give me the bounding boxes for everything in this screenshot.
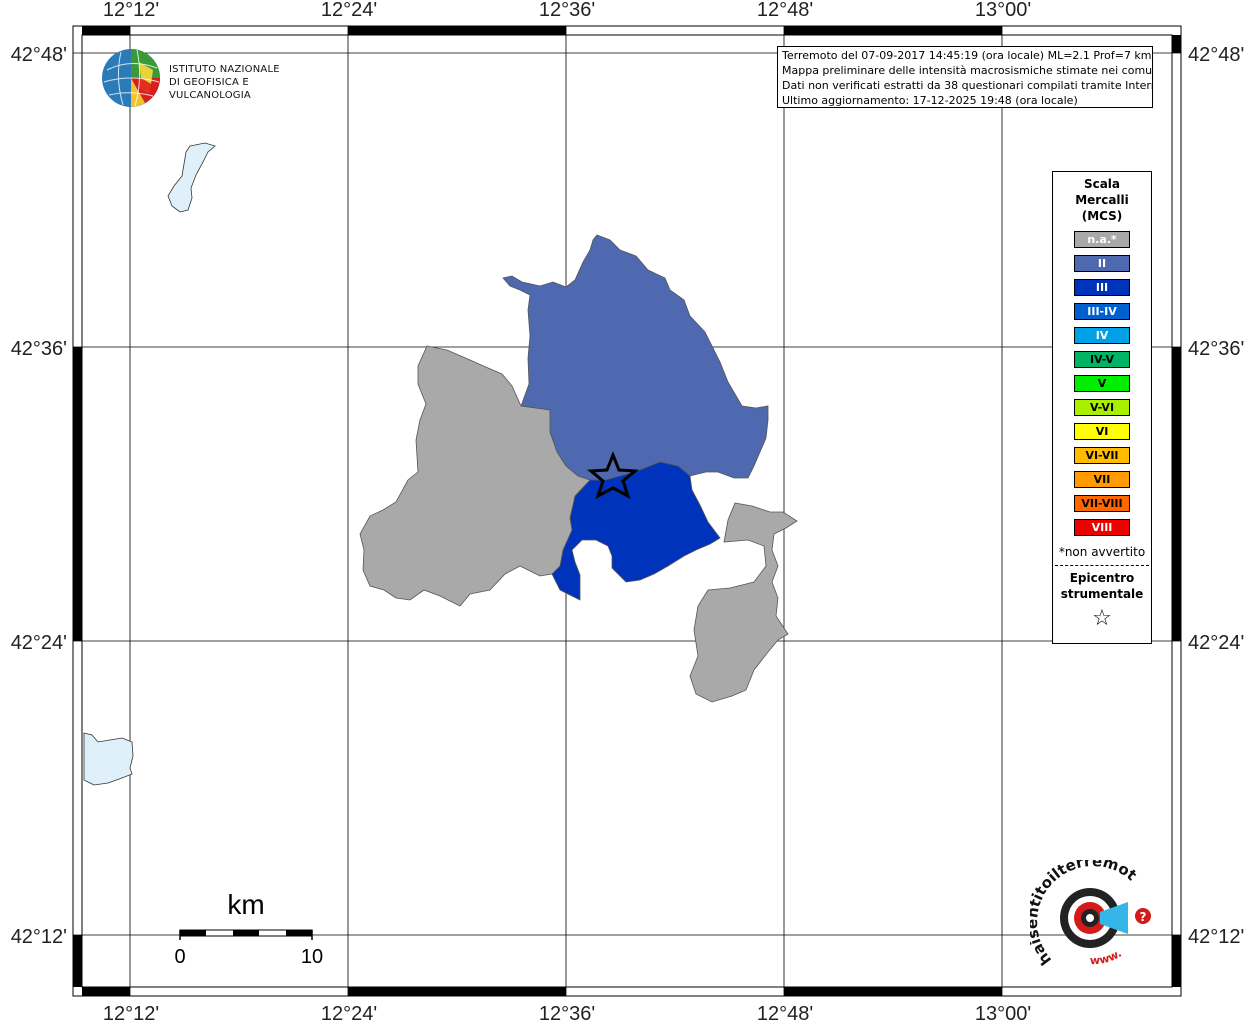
legend-swatch-v-vi: V-VI: [1074, 399, 1130, 416]
bottom-label: 12°24': [321, 1003, 377, 1024]
watermark-www: www.: [1090, 947, 1124, 968]
top-label: 12°24': [321, 0, 377, 21]
legend-swatch-vi: VI: [1074, 423, 1130, 440]
ingv-logo: ISTITUTO NAZIONALE DI GEOFISICA E VULCAN…: [101, 48, 321, 110]
legend-swatch-v: V: [1074, 375, 1130, 392]
legend-swatch-iv: IV: [1074, 327, 1130, 344]
left-label: 42°36': [11, 338, 67, 360]
epicenter-label-2: strumentale: [1060, 587, 1144, 601]
logo-line-2: DI GEOFISICA E VULCANOLOGIA: [169, 77, 251, 101]
bottom-label: 12°36': [539, 1003, 595, 1024]
top-axis-labels: 12°12' 12°24' 12°36' 12°48' 13°00': [103, 0, 1031, 21]
right-axis-labels: 42°48' 42°36' 42°24' 42°12': [1188, 44, 1244, 948]
epicenter-star-icon: ☆: [1092, 606, 1112, 631]
right-label: 42°36': [1188, 338, 1244, 360]
epicenter-label-1: Epicentro: [1069, 571, 1135, 585]
top-label: 12°36': [539, 0, 595, 21]
globe-icon: [102, 49, 160, 107]
target-icon: ? haisentitoilterremoto.it www.: [1023, 846, 1151, 969]
legend-swatch-na: n.a.*: [1074, 231, 1130, 248]
legend-swatch-vi-vii: VI-VII: [1074, 447, 1130, 464]
legend-swatch-vii-viii: VII-VIII: [1074, 495, 1130, 512]
info-line-4: Ultimo aggiornamento: 17-12-2025 19:48 (…: [782, 94, 1078, 107]
legend-items: n.a.* II III III-IV IV IV-V V V-VI VI VI…: [1053, 231, 1151, 536]
legend-swatch-ii: II: [1074, 255, 1130, 272]
legend-swatch-iv-v: IV-V: [1074, 351, 1130, 368]
left-axis-labels: 42°48' 42°36' 42°24' 42°12': [11, 44, 67, 948]
event-info-box: Terremoto del 07-09-2017 14:45:19 (ora l…: [777, 46, 1153, 108]
right-label: 42°12': [1188, 926, 1244, 948]
legend-title-3: (MCS): [1081, 209, 1123, 223]
right-label: 42°48': [1188, 44, 1244, 66]
top-label: 12°12': [103, 0, 159, 21]
bottom-label: 13°00': [975, 1003, 1031, 1024]
legend-title-1: Scala: [1083, 177, 1121, 191]
legend-swatch-iii-iv: III-IV: [1074, 303, 1130, 320]
info-line-3: Dati non verificati estratti da 38 quest…: [782, 79, 1153, 92]
scalebar-end: 10: [301, 946, 323, 968]
logo-line-1: ISTITUTO NAZIONALE: [169, 64, 280, 75]
left-label: 42°24': [11, 632, 67, 654]
legend-title: Scala Mercalli (MCS): [1053, 176, 1151, 224]
svg-text:?: ?: [1140, 910, 1147, 924]
bottom-axis-labels: 12°12' 12°24' 12°36' 12°48' 13°00': [103, 1003, 1031, 1024]
legend-swatch-viii: VIII: [1074, 519, 1130, 536]
scalebar-start: 0: [174, 946, 185, 968]
legend-swatch-vii: VII: [1074, 471, 1130, 488]
legend-title-2: Mercalli: [1075, 193, 1129, 207]
legend-divider: [1055, 565, 1149, 566]
info-line-1: Terremoto del 07-09-2017 14:45:19 (ora l…: [782, 49, 1152, 62]
mcs-legend: Scala Mercalli (MCS) n.a.* II III III-IV…: [1052, 171, 1152, 644]
haisentito-logo: ? haisentitoilterremoto.it www.: [1023, 846, 1160, 975]
left-label: 42°48': [11, 44, 67, 66]
scalebar-unit: km: [227, 889, 264, 920]
legend-swatch-iii: III: [1074, 279, 1130, 296]
top-label: 12°48': [757, 0, 813, 21]
bottom-label: 12°48': [757, 1003, 813, 1024]
legend-note: *non avvertito: [1058, 545, 1146, 559]
top-label: 13°00': [975, 0, 1031, 21]
bottom-label: 12°12': [103, 1003, 159, 1024]
info-line-2: Mappa preliminare delle intensità macros…: [782, 64, 1153, 77]
left-label: 42°12': [11, 926, 67, 948]
epicenter-label: Epicentro strumentale: [1053, 570, 1151, 602]
right-label: 42°24': [1188, 632, 1244, 654]
